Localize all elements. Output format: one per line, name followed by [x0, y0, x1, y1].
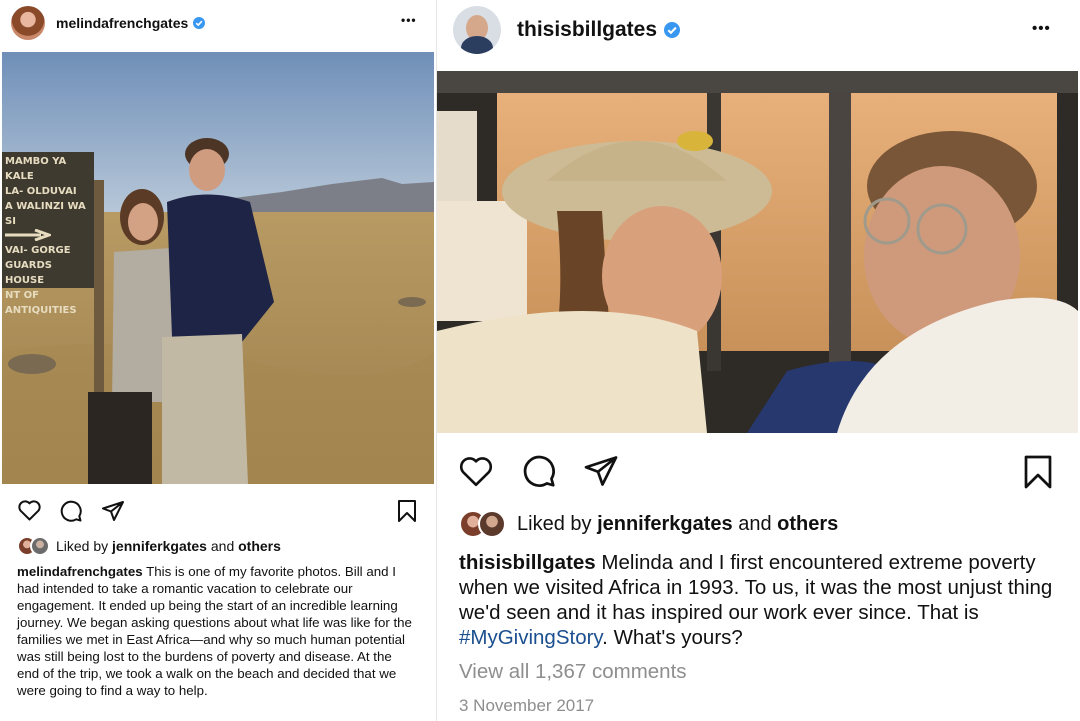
action-bar — [437, 452, 1080, 492]
sign-line: A WALINZI WA SI — [5, 201, 86, 227]
post-header: thisisbillgates — [437, 4, 1080, 56]
post-bill: thisisbillgates ••• Liked by jenniferkga… — [437, 0, 1080, 721]
sign-line: NT OF ANTIQUITIES — [5, 290, 77, 316]
comment-icon[interactable] — [59, 499, 83, 523]
more-options-icon[interactable]: ••• — [1032, 20, 1051, 37]
post-date: 3 November 2017 — [459, 696, 595, 715]
caption-text: This is one of my favorite photos. Bill … — [17, 564, 412, 698]
hashtag-link[interactable]: #MyGivingStory — [459, 626, 602, 649]
liked-others-link[interactable]: others — [238, 538, 281, 554]
caption-username-link[interactable]: melindafrenchgates — [17, 564, 143, 579]
post-header: melindafrenchgates — [0, 4, 436, 42]
more-options-icon[interactable]: ••• — [401, 13, 417, 27]
caption-username-link[interactable]: thisisbillgates — [459, 551, 596, 574]
safari-vehicle-photo — [437, 71, 1078, 433]
username-link[interactable]: thisisbillgates — [517, 18, 657, 42]
bookmark-icon[interactable] — [397, 499, 417, 523]
likes-summary: Liked by jenniferkgates and others — [459, 510, 838, 538]
verified-badge-icon — [193, 17, 206, 29]
liked-by-label: Liked by — [517, 512, 592, 535]
heart-icon[interactable] — [458, 455, 494, 487]
heart-icon[interactable] — [17, 499, 42, 521]
post-photo[interactable]: MAMBO YA KALE LA- OLDUVAI A WALINZI WA S… — [2, 52, 434, 484]
avatar — [478, 510, 506, 538]
share-icon[interactable] — [101, 499, 125, 523]
avatar[interactable] — [453, 6, 501, 54]
liker-avatars[interactable] — [17, 536, 53, 556]
liker-avatars[interactable] — [459, 510, 511, 538]
liked-others-link[interactable]: others — [777, 513, 838, 536]
liker-username-link[interactable]: jenniferkgates — [597, 513, 733, 536]
avatar — [30, 536, 50, 556]
avatar[interactable] — [11, 6, 45, 40]
sign-line: GUARDS HOUSE — [5, 260, 52, 286]
sign-text: MAMBO YA KALE LA- OLDUVAI A WALINZI WA S… — [5, 154, 91, 318]
liked-by-label: Liked by — [56, 538, 109, 554]
sign-line: LA- OLDUVAI — [5, 186, 77, 197]
liked-and-label: and — [210, 538, 235, 554]
share-icon[interactable] — [583, 453, 619, 489]
comment-icon[interactable] — [521, 453, 557, 489]
liked-and-label: and — [738, 512, 772, 535]
post-photo[interactable] — [437, 71, 1078, 433]
post-caption: thisisbillgates Melinda and I first enco… — [459, 550, 1059, 650]
view-comments-link[interactable]: View all 1,367 comments — [459, 660, 687, 684]
caption-text-end: . What's yours? — [602, 626, 743, 649]
action-bar — [0, 496, 436, 526]
post-caption: melindafrenchgates This is one of my fav… — [17, 563, 417, 699]
likes-summary: Liked by jenniferkgates and others — [17, 536, 281, 556]
bookmark-icon[interactable] — [1023, 454, 1053, 490]
sign-line: VAI- GORGE — [5, 245, 71, 256]
post-melinda: melindafrenchgates ••• MAMBO YA KALE LA-… — [0, 0, 436, 721]
sign-arrow — [5, 228, 91, 243]
username-link[interactable]: melindafrenchgates — [56, 15, 188, 31]
sign-line: MAMBO YA KALE — [5, 156, 67, 182]
verified-badge-icon — [664, 22, 681, 38]
liker-username-link[interactable]: jenniferkgates — [112, 538, 207, 554]
